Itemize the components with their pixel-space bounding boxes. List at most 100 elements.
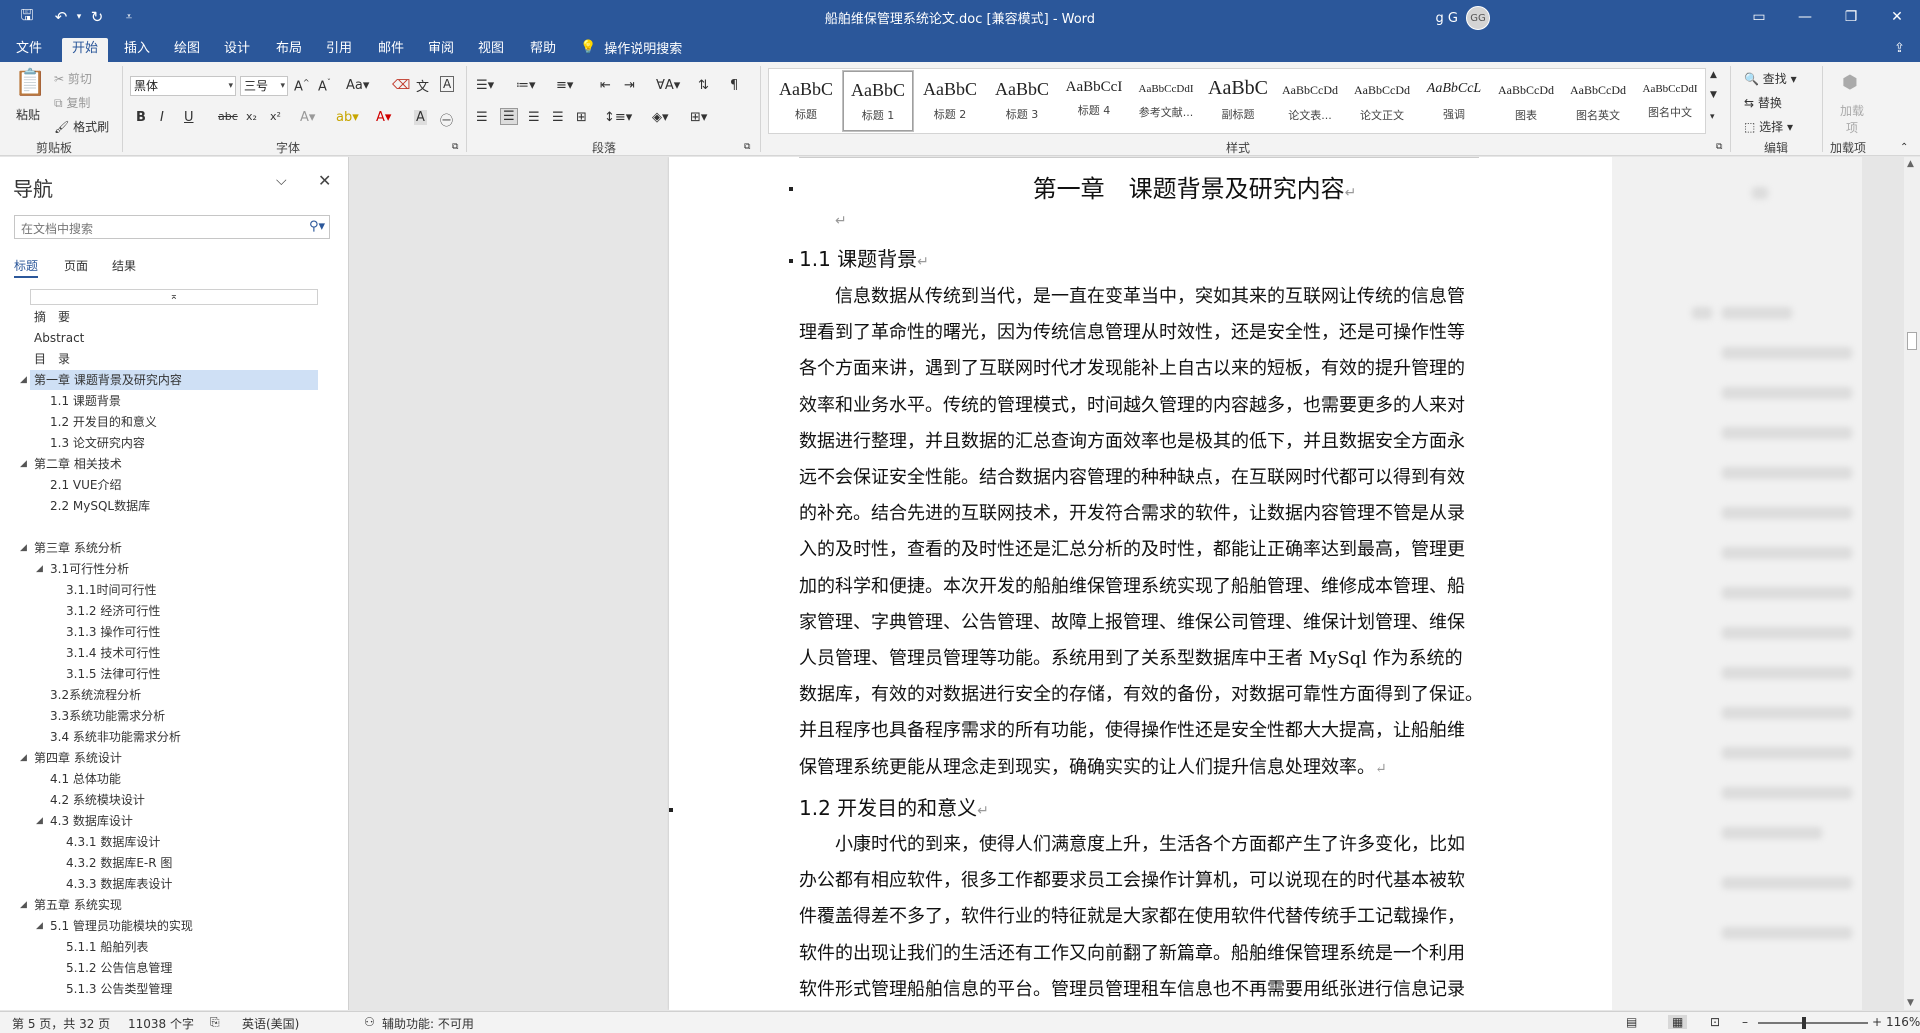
format-painter-button[interactable]: 🖌 格式刷 xyxy=(54,118,109,135)
italic-icon[interactable]: I xyxy=(160,110,164,125)
section-1-2-paragraph[interactable]: 小康时代的到来，使得人们满意度上升，生活各个方面都产生了许多变化，比如 办公都有… xyxy=(799,827,1479,1008)
scrollbar-thumb[interactable] xyxy=(1907,332,1917,350)
find-button[interactable]: 🔍 查找 ▾ xyxy=(1744,70,1797,87)
nav-tab-pages[interactable]: 页面 xyxy=(64,257,88,274)
document-page[interactable]: 第一章 课题背景及研究内容↵ ↵ 1.1 课题背景↵ 信息数据从传统到当代，是一… xyxy=(669,157,1720,1010)
clear-formatting-icon[interactable]: ⌫ xyxy=(392,78,410,93)
nav-heading[interactable]: 3.1.4 技术可行性 xyxy=(66,643,300,663)
decrease-indent-icon[interactable]: ⇤ xyxy=(600,78,611,93)
close-button[interactable]: ✕ xyxy=(1874,0,1920,34)
web-layout-icon[interactable]: ⊡ xyxy=(1710,1015,1720,1029)
nav-heading[interactable]: 1.3 论文研究内容 xyxy=(50,433,300,453)
nav-options-chevron-icon[interactable]: ⌵ xyxy=(276,173,287,189)
restore-button[interactable]: ❐ xyxy=(1828,0,1874,34)
nav-tab-results[interactable]: 结果 xyxy=(112,257,136,274)
nav-heading[interactable]: 1.1 课题背景 xyxy=(50,391,300,411)
nav-heading[interactable]: 2.2 MySQL数据库 xyxy=(50,496,300,516)
subscript-icon[interactable]: x₂ xyxy=(246,110,257,123)
read-mode-icon[interactable]: ▤ xyxy=(1626,1015,1637,1029)
nav-heading[interactable]: 4.3.2 数据库E-R 图 xyxy=(66,853,300,873)
nav-heading[interactable]: 4.3.3 数据库表设计 xyxy=(66,874,300,894)
nav-close-icon[interactable]: ✕ xyxy=(318,171,331,190)
zoom-out-button[interactable]: – xyxy=(1742,1015,1748,1029)
nav-heading[interactable]: 3.1可行性分析 xyxy=(50,559,300,579)
print-layout-icon[interactable]: ▦ xyxy=(1668,1015,1688,1029)
nav-heading[interactable]: 3.1.5 法律可行性 xyxy=(66,664,300,684)
align-right-icon[interactable]: ☰ xyxy=(528,110,540,125)
tab-home[interactable]: 开始 xyxy=(62,38,109,62)
strikethrough-icon[interactable]: abc xyxy=(218,110,238,123)
collapse-triangle-icon[interactable]: ◢ xyxy=(20,370,27,390)
nav-heading[interactable]: 3.3系统功能需求分析 xyxy=(50,706,300,726)
tab-review[interactable]: 审阅 xyxy=(418,38,464,62)
styles-dialog-launcher-icon[interactable]: ⧉ xyxy=(1716,142,1722,152)
highlight-icon[interactable]: ab▾ xyxy=(336,110,359,125)
nav-heading[interactable]: 4.3.1 数据库设计 xyxy=(66,832,300,852)
bold-icon[interactable]: B xyxy=(136,110,146,125)
borders-icon[interactable]: ⊞▾ xyxy=(690,110,707,125)
tab-mailings[interactable]: 邮件 xyxy=(368,38,414,62)
nav-heading[interactable]: 4.3 数据库设计 xyxy=(50,811,300,831)
nav-heading[interactable]: 4.1 总体功能 xyxy=(50,769,300,789)
section-heading-1-2[interactable]: 1.2 开发目的和意义↵ xyxy=(799,792,989,821)
numbering-icon[interactable]: ≔▾ xyxy=(516,78,536,93)
sort-icon[interactable]: ⇅ xyxy=(698,78,709,93)
zoom-in-button[interactable]: + xyxy=(1872,1015,1882,1029)
tab-file[interactable]: 文件 xyxy=(6,38,52,62)
replace-button[interactable]: ⇆ 替换 xyxy=(1744,94,1782,111)
share-icon[interactable]: ⇪ xyxy=(1884,38,1915,62)
change-case-icon[interactable]: Aa▾ xyxy=(346,78,369,93)
nav-heading[interactable]: 5.1.1 船舶列表 xyxy=(66,937,300,957)
scroll-down-icon[interactable]: ▼ xyxy=(1907,998,1914,1008)
style-item[interactable]: AaBbCcDd 论文正文 xyxy=(1347,71,1417,131)
nav-heading[interactable]: 3.1.1时间可行性 xyxy=(66,580,300,600)
shading-icon[interactable]: ◈▾ xyxy=(652,110,669,125)
style-item[interactable]: AaBbCcL 强调 xyxy=(1419,71,1489,131)
tab-draw[interactable]: 绘图 xyxy=(164,38,210,62)
phonetic-guide-icon[interactable]: 文 xyxy=(416,76,429,95)
font-dialog-launcher-icon[interactable]: ⧉ xyxy=(452,142,458,152)
collapse-triangle-icon[interactable]: ◢ xyxy=(20,895,27,915)
gallery-scroll-down-icon[interactable]: ▼ xyxy=(1710,90,1717,100)
align-left-icon[interactable]: ☰ xyxy=(476,110,488,125)
character-shading-icon[interactable]: A xyxy=(414,110,427,125)
zoom-level[interactable]: 116% xyxy=(1886,1015,1920,1029)
proofing-icon[interactable]: ⎘ xyxy=(210,1015,220,1030)
nav-heading[interactable]: 摘 要 xyxy=(34,307,300,327)
style-item-selected[interactable]: AaBbC 标题 1 xyxy=(842,70,914,132)
collapse-triangle-icon[interactable]: ◢ xyxy=(20,454,27,474)
scroll-up-icon[interactable]: ▲ xyxy=(1907,159,1914,169)
zoom-slider[interactable] xyxy=(1758,1022,1868,1024)
superscript-icon[interactable]: x² xyxy=(270,110,281,123)
nav-heading[interactable]: 第三章 系统分析 xyxy=(34,538,300,558)
tell-me-search[interactable]: 💡 操作说明搜索 xyxy=(580,38,682,57)
copy-button[interactable]: ⧉ 复制 xyxy=(54,94,90,111)
font-color-icon[interactable]: A▾ xyxy=(376,110,391,125)
line-spacing-icon[interactable]: ↕≡▾ xyxy=(604,110,632,125)
paragraph-dialog-launcher-icon[interactable]: ⧉ xyxy=(744,142,750,152)
font-size-combo[interactable]: 三号 ▾ xyxy=(240,76,288,96)
collapse-triangle-icon[interactable]: ◢ xyxy=(36,916,43,936)
page-count[interactable]: 第 5 页，共 32 页 xyxy=(12,1015,110,1032)
center-align-icon[interactable]: ☰ xyxy=(500,108,518,125)
show-formatting-marks-icon[interactable]: ¶ xyxy=(730,78,738,93)
text-effects-icon[interactable]: A▾ xyxy=(300,110,315,125)
increase-indent-icon[interactable]: ⇥ xyxy=(624,78,635,93)
asian-layout-icon[interactable]: ⱯA▾ xyxy=(656,78,680,93)
nav-heading[interactable]: 3.4 系统非功能需求分析 xyxy=(50,727,300,747)
collapse-triangle-icon[interactable]: ◢ xyxy=(36,559,43,579)
document-area[interactable]: 第一章 课题背景及研究内容↵ ↵ 1.1 课题背景↵ 信息数据从传统到当代，是一… xyxy=(350,157,1900,1010)
nav-heading[interactable]: 3.2系统流程分析 xyxy=(50,685,300,705)
font-name-combo[interactable]: 黑体 ▾ xyxy=(130,76,236,96)
style-item[interactable]: AaBbC 标题 xyxy=(771,71,841,131)
tab-layout[interactable]: 布局 xyxy=(266,38,312,62)
section-1-1-paragraph[interactable]: 信息数据从传统到当代，是一直在变革当中，突如其来的互联网让传统的信息管 理看到了… xyxy=(799,279,1479,787)
accessibility-status[interactable]: 辅助功能: 不可用 xyxy=(382,1015,474,1032)
word-count[interactable]: 11038 个字 xyxy=(128,1015,194,1032)
nav-heading-selected[interactable]: 第一章 课题背景及研究内容 xyxy=(30,370,318,390)
multilevel-list-icon[interactable]: ≡▾ xyxy=(556,78,573,93)
search-icon[interactable]: ⚲▾ xyxy=(309,219,325,234)
avatar[interactable]: GG xyxy=(1466,6,1490,30)
paste-button[interactable]: 粘贴 xyxy=(16,106,40,123)
nav-heading[interactable]: 第四章 系统设计 xyxy=(34,748,300,768)
